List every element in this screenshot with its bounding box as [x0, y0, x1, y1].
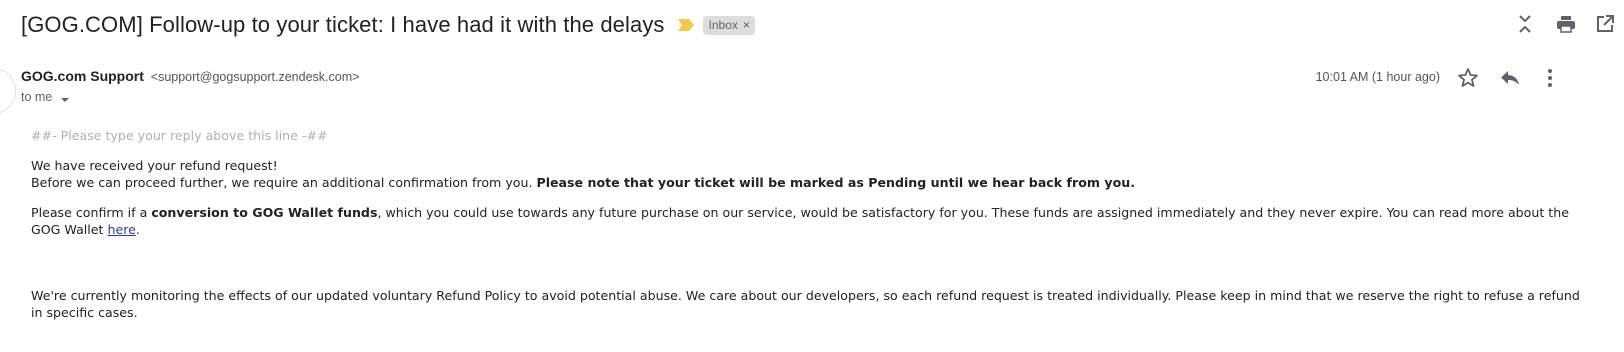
- email-timestamp: 10:01 AM (1 hour ago): [1315, 70, 1440, 84]
- header-actions: [1504, 12, 1624, 38]
- sender-avatar[interactable]: [0, 68, 16, 114]
- body-line-2-text: Before we can proceed further, we requir…: [31, 175, 537, 190]
- star-icon[interactable]: [1456, 66, 1480, 90]
- gog-wallet-link[interactable]: here: [108, 222, 136, 237]
- reply-icon[interactable]: [1498, 66, 1522, 90]
- pending-notice: Please note that your ticket will be mar…: [536, 175, 1135, 190]
- open-in-new-window-icon[interactable]: [1594, 12, 1616, 36]
- chevron-down-icon[interactable]: [60, 93, 70, 102]
- paragraph-2-end: .: [135, 222, 140, 237]
- recipient-text: to me: [21, 90, 53, 104]
- body-line-1: We have received your refund request!: [31, 157, 278, 173]
- expand-collapse-icon[interactable]: [1514, 12, 1536, 36]
- email-subject: [GOG.COM] Follow-up to your ticket: I ha…: [21, 12, 665, 37]
- paragraph-2-start: Please confirm if a: [31, 204, 152, 220]
- remove-label-button[interactable]: ×: [743, 18, 750, 33]
- body-paragraph-3: We're currently monitoring the effects o…: [31, 287, 1580, 321]
- wallet-conversion-text: conversion to GOG Wallet funds: [151, 204, 378, 220]
- sender-email: <support@gogsupport.zendesk.com>: [150, 70, 360, 84]
- email-body: ##- Please type your reply above this li…: [31, 127, 1591, 334]
- body-paragraph-1: We have received your refund request! Be…: [31, 157, 1591, 192]
- importance-marker-icon[interactable]: [677, 18, 695, 32]
- subject-row: [GOG.COM] Follow-up to your ticket: I ha…: [21, 10, 755, 40]
- print-icon[interactable]: [1555, 12, 1577, 36]
- reply-marker: ##- Please type your reply above this li…: [31, 128, 328, 143]
- sender-line: GOG.com Support <support@gogsupport.zend…: [21, 68, 359, 84]
- email-view: [GOG.COM] Follow-up to your ticket: I ha…: [0, 0, 1624, 352]
- more-vertical-icon[interactable]: [1538, 66, 1562, 90]
- body-line-2: Before we can proceed further, we requir…: [31, 174, 1591, 192]
- sender-name[interactable]: GOG.com Support: [21, 68, 144, 84]
- recipient-details-toggle[interactable]: to me: [21, 90, 70, 104]
- inbox-label-text: Inbox: [708, 17, 738, 32]
- body-paragraph-2: Please confirm if a conversion to GOG Wa…: [31, 204, 1591, 239]
- inbox-label-chip: Inbox ×: [702, 15, 755, 35]
